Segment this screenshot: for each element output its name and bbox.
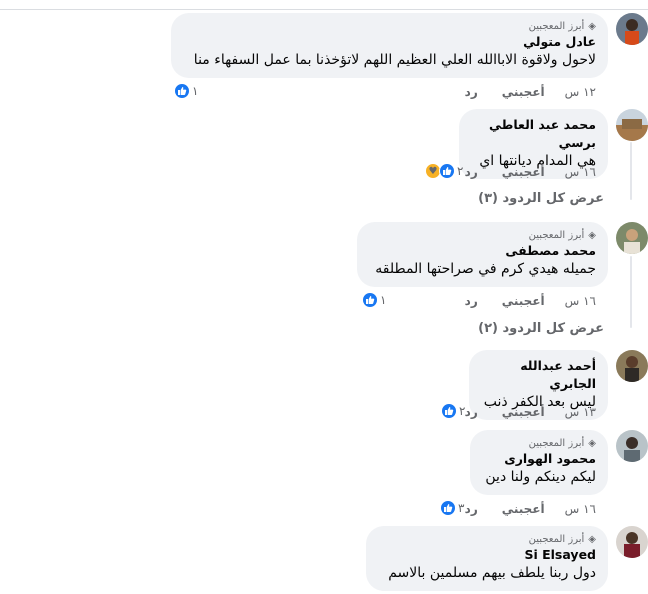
comment-time[interactable]: ١٢ س (565, 85, 596, 99)
avatar[interactable] (616, 13, 648, 45)
comment-text: لاحول ولاقوة الاباالله العلي العظيم الله… (193, 52, 596, 68)
view-all-replies-link[interactable]: عرض كل الردود (٣) (478, 191, 604, 206)
reply-button[interactable]: رد (465, 165, 478, 179)
diamond-icon: ◈ (588, 21, 596, 32)
comment-bubble: ◈ أبرز المعجبين محمد مصطفى جميله هيدي كرم… (357, 222, 608, 287)
reaction-count[interactable]: ٢ (441, 403, 465, 419)
like-reaction-icon (439, 163, 455, 179)
reply-button[interactable]: رد (465, 502, 478, 516)
like-button[interactable]: أعجبني (502, 502, 545, 516)
comment-time[interactable]: ١٦ س (565, 502, 596, 516)
comment-author[interactable]: عادل متولي (183, 33, 596, 51)
comment-time[interactable]: ١٣ س (565, 405, 596, 419)
like-button[interactable]: أعجبني (502, 294, 545, 308)
comment-actions: ١٦ س أعجبني رد (465, 293, 596, 309)
like-reaction-icon (440, 500, 456, 516)
reply-thread-line (630, 142, 632, 200)
avatar[interactable] (616, 222, 648, 254)
comment-author[interactable]: محمود الهوارى (482, 450, 596, 468)
like-reaction-icon (362, 292, 378, 308)
avatar[interactable] (616, 430, 648, 462)
top-divider (0, 9, 648, 10)
comment-bubble: ◈ أبرز المعجبين Si Elsayed دول ربنا يلطف … (366, 526, 608, 591)
reply-button[interactable]: رد (465, 405, 478, 419)
like-button[interactable]: أعجبني (502, 165, 545, 179)
comment-time[interactable]: ١٦ س (565, 294, 596, 308)
diamond-icon: ◈ (588, 438, 596, 449)
diamond-icon: ◈ (588, 534, 596, 545)
comment-actions: ١٣ س أعجبني رد (465, 404, 596, 420)
avatar[interactable] (616, 350, 648, 382)
comment-actions: ١٦ س أعجبني رد (465, 501, 596, 517)
comment-bubble: ◈ أبرز المعجبين عادل متولي لاحول ولاقوة ا… (171, 13, 608, 78)
top-fan-badge: ◈ أبرز المعجبين (528, 438, 596, 449)
reply-button[interactable]: رد (465, 294, 478, 308)
top-fan-badge: ◈ أبرز المعجبين (528, 534, 596, 545)
like-reaction-icon (441, 403, 457, 419)
reply-button[interactable]: رد (465, 85, 478, 99)
comment-bubble: ◈ أبرز المعجبين محمود الهوارى ليكم دينكم … (470, 430, 608, 495)
diamond-icon: ◈ (588, 230, 596, 241)
comment-author[interactable]: Si Elsayed (378, 546, 596, 564)
comment-author[interactable]: محمد عبد العاطي برسي (471, 116, 596, 152)
top-fan-badge: ◈ أبرز المعجبين (528, 230, 596, 241)
comment-text: دول ربنا يلطف بيهم مسلمين بالاسم (388, 565, 596, 581)
comment-author[interactable]: محمد مصطفى (369, 242, 596, 260)
like-button[interactable]: أعجبني (502, 405, 545, 419)
like-button[interactable]: أعجبني (502, 85, 545, 99)
reaction-count[interactable]: ١ (174, 83, 198, 99)
reply-thread-line (630, 256, 632, 328)
comment-author[interactable]: أحمد عبدالله الجابري (481, 357, 596, 393)
avatar[interactable] (616, 109, 648, 141)
reaction-count[interactable]: ٣ (440, 500, 464, 516)
view-all-replies-link[interactable]: عرض كل الردود (٢) (478, 321, 604, 336)
comment-actions: ١٦ س أعجبني رد (465, 164, 596, 180)
comment-text: جميله هيدي كرم في صراحتها المطلقه (375, 261, 596, 277)
reaction-count[interactable]: ١ (362, 292, 386, 308)
like-reaction-icon (174, 83, 190, 99)
top-fan-badge: ◈ أبرز المعجبين (528, 21, 596, 32)
comment-time[interactable]: ١٦ س (565, 165, 596, 179)
comment-actions: ١٢ س أعجبني رد (465, 84, 596, 100)
reaction-count[interactable]: ♥ ٢ (425, 163, 463, 179)
comment-text: ليكم دينكم ولنا دين (485, 469, 596, 485)
avatar[interactable] (616, 526, 648, 558)
